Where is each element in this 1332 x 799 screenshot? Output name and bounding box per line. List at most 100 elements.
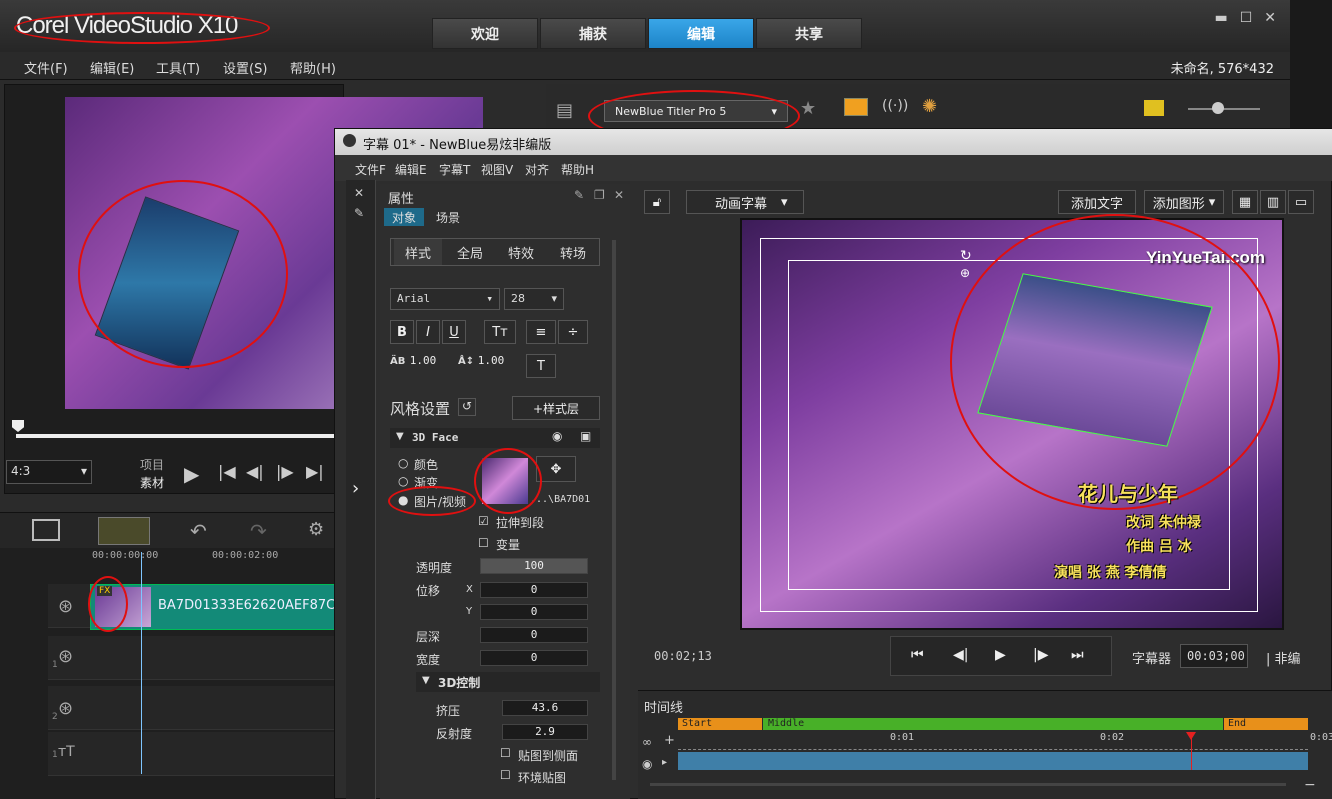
env-map-checkbox[interactable]: ☐ [500, 768, 511, 782]
eye-icon[interactable]: ◉ [552, 429, 562, 443]
rotate-handle-icon[interactable]: ↻ [960, 248, 972, 264]
skip-end-icon[interactable]: ⏭ [1071, 647, 1084, 663]
expand-arrow-icon[interactable]: ▸ [662, 757, 667, 768]
font-select[interactable]: Arial ▾ [390, 288, 500, 310]
nb-timeline-clip[interactable] [678, 752, 1308, 770]
redo-icon[interactable]: ↷ [250, 519, 267, 543]
animation-select[interactable]: 动画字幕 ▾ [686, 190, 804, 214]
record-icon[interactable]: ⚙ [308, 519, 324, 540]
timeline-playhead[interactable] [141, 552, 142, 774]
grid-icon[interactable]: ▦ [1232, 190, 1258, 214]
offset-y-field[interactable]: 0 [480, 604, 588, 620]
timeline-scrollbar[interactable] [650, 783, 1286, 786]
undo-icon[interactable]: ↶ [190, 519, 207, 543]
spacing-field-2[interactable]: 1.00 [476, 354, 506, 370]
nb-menu-title[interactable]: 字幕T [439, 161, 470, 178]
preview-scrubber[interactable] [16, 434, 342, 438]
step-forward-icon[interactable]: |▶ [1033, 647, 1048, 663]
depth-field[interactable]: 0 [480, 627, 588, 643]
nb-menu-view[interactable]: 视图V [481, 161, 513, 178]
expand-arrow-icon[interactable]: › [352, 478, 359, 499]
align-button[interactable]: ≡ [526, 320, 556, 344]
tab-edit[interactable]: 编辑 [648, 18, 754, 49]
add-shape-button[interactable]: 添加图形 ▾ [1144, 190, 1224, 214]
nb-menu-align[interactable]: 对齐 [525, 161, 549, 178]
step-back-icon[interactable]: ◀| [953, 647, 968, 663]
underline-button[interactable]: U [442, 320, 466, 344]
float-icon[interactable]: ❐ [594, 188, 605, 202]
media-filter-icon[interactable] [844, 98, 868, 116]
mode-clip[interactable]: 素材 [140, 474, 164, 492]
segment-middle[interactable] [763, 718, 1223, 730]
menu-settings[interactable]: 设置(S) [223, 58, 267, 77]
width-field[interactable]: 0 [480, 650, 588, 666]
tab-style[interactable]: 样式 [394, 239, 442, 265]
eye-icon[interactable]: ◉ [642, 757, 652, 771]
reflect-field[interactable]: 2.9 [502, 724, 588, 740]
lock-button[interactable]: 🔓︎ [644, 190, 670, 214]
opacity-field[interactable]: 100 [480, 558, 588, 574]
nb-menu-edit[interactable]: 编辑E [395, 161, 427, 178]
zoom-slider-handle[interactable] [1212, 102, 1224, 114]
prev-frame-icon[interactable]: ◀| [246, 462, 264, 481]
film-reel-icon[interactable]: ✺ [922, 96, 937, 117]
text-transform-button[interactable]: T [526, 354, 556, 378]
play-icon[interactable]: ▶ [995, 647, 1006, 663]
aspect-ratio-select[interactable]: 4:3 ▾ [6, 460, 92, 484]
storyboard-view-icon[interactable] [32, 519, 60, 541]
zoom-out-icon[interactable]: − [1304, 777, 1316, 793]
radio-color[interactable]: ○ [398, 456, 408, 470]
tab-effects[interactable]: 特效 [496, 239, 546, 265]
tile-checkbox[interactable]: ☐ [478, 536, 489, 550]
nb-menu-help[interactable]: 帮助H [561, 161, 594, 178]
tab-scene[interactable]: 场景 [428, 208, 468, 226]
bold-button[interactable]: B [390, 320, 414, 344]
add-text-button[interactable]: 添加文字 [1058, 190, 1136, 214]
add-icon[interactable]: + [664, 733, 675, 748]
skip-start-icon[interactable]: ⏮ [911, 647, 924, 663]
go-end-icon[interactable]: ▶| [306, 462, 324, 481]
add-style-layer-button[interactable]: +样式层 [512, 396, 600, 420]
play-icon[interactable]: ▶ [184, 462, 199, 486]
fit-icon[interactable]: ▭ [1288, 190, 1314, 214]
radio-gradient[interactable]: ○ [398, 474, 408, 488]
menu-file[interactable]: 文件(F) [24, 58, 68, 77]
close-icon[interactable]: ✕ [354, 186, 364, 200]
face-section-header[interactable]: ▼ 3D Face ◉ ▣ [390, 428, 600, 448]
move-button[interactable]: ✥ [536, 456, 576, 482]
go-start-icon[interactable]: |◀ [218, 462, 236, 481]
tab-object[interactable]: 对象 [384, 208, 424, 226]
next-frame-icon[interactable]: |▶ [276, 462, 294, 481]
timeline-view-icon[interactable] [98, 517, 150, 545]
stretch-checkbox[interactable]: ☑ [478, 514, 489, 528]
side-map-checkbox[interactable]: ☐ [500, 746, 511, 760]
audio-filter-icon[interactable]: ((·)) [882, 98, 908, 114]
trash-icon[interactable]: ▣ [580, 429, 591, 443]
italic-button[interactable]: I [416, 320, 440, 344]
control3d-header[interactable]: ▼ 3D控制 [416, 672, 600, 692]
timeline-ruler[interactable] [678, 732, 1308, 750]
font-size-select[interactable]: 28 ▾ [504, 288, 564, 310]
pin-icon[interactable]: ✎ [354, 206, 364, 220]
library-icon[interactable]: ▤ [556, 100, 573, 121]
tab-transition[interactable]: 转场 [548, 239, 598, 265]
close-icon[interactable]: ✕ [614, 188, 624, 202]
extrude-field[interactable]: 43.6 [502, 700, 588, 716]
refresh-icon[interactable]: ↺ [458, 398, 476, 416]
properties-scrollbar[interactable] [612, 240, 616, 780]
close-button[interactable]: ✕ [1264, 10, 1276, 26]
safe-area-icon[interactable]: ▥ [1260, 190, 1286, 214]
menu-edit[interactable]: 编辑(E) [90, 58, 134, 77]
duration-field[interactable]: 00:03;00 [1180, 644, 1248, 668]
star-add-icon[interactable]: ★ [800, 98, 816, 119]
link-icon[interactable]: ∞ [642, 735, 652, 749]
text-case-button[interactable]: Tт [484, 320, 516, 344]
valign-button[interactable]: ÷ [558, 320, 588, 344]
tab-global[interactable]: 全局 [446, 239, 494, 265]
pin-icon[interactable]: ✎ [574, 188, 584, 202]
nb-playhead[interactable] [1191, 736, 1192, 770]
tab-welcome[interactable]: 欢迎 [432, 18, 538, 49]
tab-share[interactable]: 共享 [756, 18, 862, 49]
mode-project[interactable]: 项目 [140, 456, 164, 474]
zoom-slider[interactable] [1188, 108, 1260, 110]
